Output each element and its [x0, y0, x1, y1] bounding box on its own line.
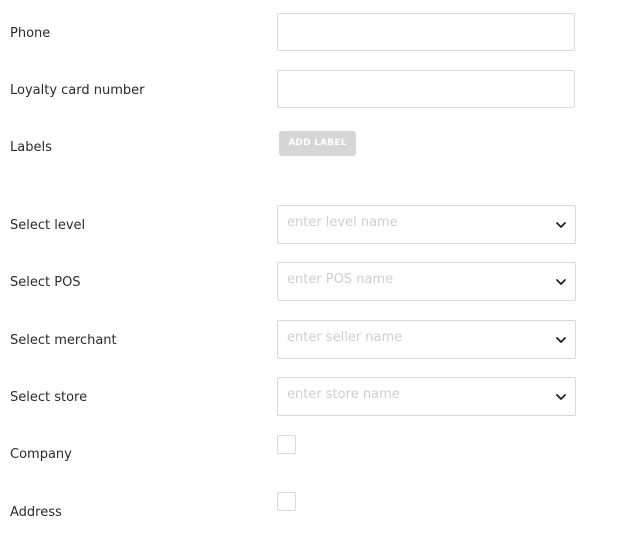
store-placeholder: enter store name: [287, 387, 400, 402]
address-label: Address: [10, 505, 62, 520]
pos-placeholder: enter POS name: [287, 272, 394, 287]
chevron-down-icon[interactable]: [555, 392, 567, 402]
add-label-button[interactable]: ADD LABEL: [279, 131, 356, 156]
chevron-down-icon[interactable]: [555, 277, 567, 287]
phone-label: Phone: [10, 26, 51, 41]
pos-select[interactable]: enter POS name: [277, 262, 576, 301]
company-checkbox[interactable]: [277, 435, 296, 454]
loyalty-card-label: Loyalty card number: [10, 83, 145, 98]
chevron-down-icon[interactable]: [555, 220, 567, 230]
level-placeholder: enter level name: [287, 215, 398, 230]
loyalty-card-input[interactable]: [277, 70, 575, 108]
phone-input[interactable]: [277, 13, 575, 51]
merchant-select[interactable]: enter seller name: [277, 320, 576, 359]
store-select[interactable]: enter store name: [277, 377, 576, 416]
level-select[interactable]: enter level name: [277, 205, 576, 244]
company-label: Company: [10, 447, 72, 462]
address-checkbox[interactable]: [277, 492, 296, 511]
labels-label: Labels: [10, 140, 52, 155]
chevron-down-icon[interactable]: [555, 335, 567, 345]
store-label: Select store: [10, 390, 88, 405]
customer-form: Phone Loyalty card number Labels ADD LAB…: [0, 0, 626, 537]
merchant-placeholder: enter seller name: [287, 330, 403, 345]
pos-label: Select POS: [10, 275, 81, 290]
level-label: Select level: [10, 218, 86, 233]
merchant-label: Select merchant: [10, 333, 117, 348]
